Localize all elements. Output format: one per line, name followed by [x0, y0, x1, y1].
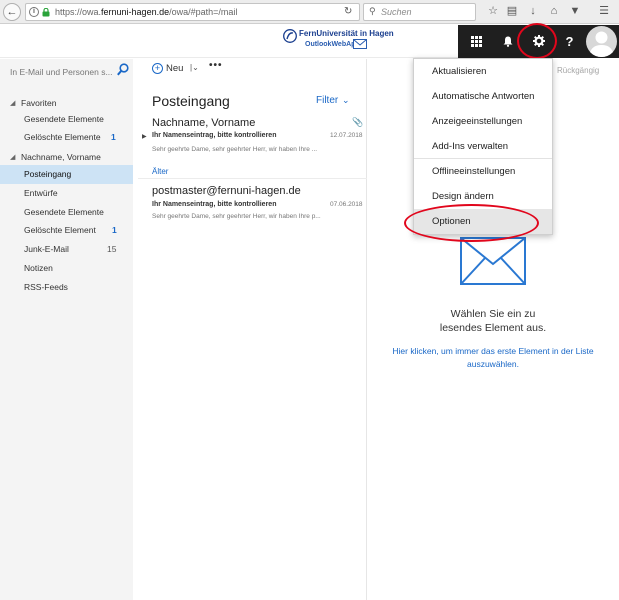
folder-item-rss[interactable]: RSS-Feeds — [0, 278, 133, 297]
filter-button[interactable]: Filter — [316, 95, 338, 106]
menu-item-manage-addins[interactable]: Add-Ins verwalten — [414, 134, 552, 159]
message-preview: Sehr geehrte Dame, sehr geehrter Herr, w… — [152, 146, 318, 153]
folder-item-notes[interactable]: Notizen — [0, 259, 133, 278]
expand-triangle-icon[interactable]: ▶ — [142, 133, 147, 140]
grid-icon — [470, 36, 482, 47]
folder-item-inbox[interactable]: Posteingang — [0, 165, 133, 184]
new-label: Neu — [166, 63, 184, 74]
more-options-icon[interactable]: ••• — [209, 60, 223, 71]
annotation-circle-settings — [517, 23, 557, 59]
folder-item-drafts[interactable]: Entwürfe — [0, 184, 133, 203]
divider — [138, 178, 367, 179]
logo-title: FernUniversität in Hagen — [299, 29, 394, 38]
folder-item-deleted[interactable]: Gelöschte Element 1 — [0, 221, 133, 240]
home-icon[interactable]: ⌂ — [547, 4, 561, 18]
folder-label: Junk-E-Mail — [24, 244, 69, 254]
back-button[interactable]: ← — [3, 3, 21, 21]
bell-icon — [503, 36, 512, 47]
older-section-label[interactable]: Älter — [152, 167, 168, 176]
message-date: 07.06.2018 — [330, 201, 363, 208]
menu-item-display-settings[interactable]: Anzeigeeinstellungen — [414, 109, 552, 134]
folder-item-sent-favorites[interactable]: Gesendete Elemente — [0, 110, 133, 129]
help-button[interactable]: ? — [557, 25, 582, 58]
fernuni-logo: FernUniversität in Hagen OutlookWebApp — [283, 28, 403, 56]
search-icon: ⚲ — [369, 6, 376, 16]
envelope-icon — [460, 237, 526, 285]
avatar[interactable] — [586, 26, 617, 57]
browser-search-bar[interactable]: ⚲ Suchen — [363, 3, 476, 21]
paperclip-icon: 📎 — [352, 117, 364, 127]
bookmark-star-icon[interactable]: ☆ — [486, 4, 500, 18]
hamburger-menu-icon[interactable]: ☰ — [597, 4, 611, 18]
folder-title: Posteingang — [152, 93, 230, 109]
mail-search-placeholder: In E-Mail und Personen s... — [10, 67, 113, 77]
plus-icon: + — [152, 63, 163, 74]
folder-item-junk[interactable]: Junk-E-Mail 15 — [0, 240, 133, 259]
url-bar[interactable]: i https://owa.fernuni-hagen.de/owa/#path… — [25, 3, 360, 21]
menu-item-refresh[interactable]: Aktualisieren — [414, 59, 552, 84]
unread-count: 1 — [111, 132, 116, 142]
lock-icon — [42, 8, 50, 17]
folder-label: Entwürfe — [24, 188, 58, 198]
folder-item-sent[interactable]: Gesendete Elemente — [0, 203, 133, 222]
envelope-logo-icon — [353, 39, 367, 49]
folder-label: Gelöschte Elemente — [24, 132, 101, 142]
info-icon[interactable]: i — [29, 7, 39, 17]
search-icon[interactable] — [117, 63, 129, 76]
message-subject: Ihr Namenseintrag, bitte kontrollieren — [152, 201, 277, 208]
folder-pane: In E-Mail und Personen s... ◢ Favoriten … — [0, 59, 133, 600]
folder-label: Gelöschte Element — [24, 225, 96, 235]
university-logo-icon — [283, 29, 297, 43]
url-text: https://owa.fernuni-hagen.de/owa/#path=/… — [55, 7, 238, 17]
folder-item-deleted-favorites[interactable]: Gelöschte Elemente 1 — [0, 128, 133, 147]
message-list-pane: + Neu |⌄ ••• Posteingang Filter ⌄ Nachna… — [134, 59, 367, 600]
browser-toolbar: ← i https://owa.fernuni-hagen.de/owa/#pa… — [0, 0, 619, 24]
message-row[interactable]: Nachname, Vorname 📎 ▶ Ihr Namenseintrag,… — [134, 117, 367, 167]
annotation-circle-options — [404, 204, 539, 242]
message-preview: Sehr geehrte Dame, sehr geehrter Herr, w… — [152, 213, 321, 220]
chevron-down-icon[interactable]: |⌄ — [190, 63, 199, 72]
mail-search-box[interactable]: In E-Mail und Personen s... — [5, 62, 129, 80]
logo-subtitle: OutlookWebApp — [305, 41, 360, 48]
browser-search-placeholder: Suchen — [381, 7, 412, 17]
account-button[interactable] — [582, 25, 619, 58]
menu-item-offline-settings[interactable]: Offlineeinstellungen — [414, 159, 552, 184]
select-first-item-link[interactable]: Hier klicken, um immer das erste Element… — [338, 345, 619, 371]
item-count: 15 — [107, 244, 117, 254]
message-sender: Nachname, Vorname — [152, 117, 256, 129]
folder-label: RSS-Feeds — [24, 282, 68, 292]
folder-label: Gesendete Elemente — [24, 207, 104, 217]
unread-count: 1 — [112, 225, 117, 235]
app-launcher-button[interactable] — [458, 25, 494, 58]
message-subject: Ihr Namenseintrag, bitte kontrollieren — [152, 132, 277, 139]
chevron-down-icon[interactable]: ⌄ — [342, 95, 350, 106]
folder-label: Gesendete Elemente — [24, 114, 104, 124]
reload-icon[interactable]: ↻ — [344, 6, 352, 17]
person-icon — [589, 31, 614, 57]
empty-state-title: Wählen Sie ein zu lesendes Element aus. — [439, 308, 547, 334]
message-row[interactable]: postmaster@fernuni-hagen.de Ihr Namensei… — [134, 185, 367, 225]
menu-item-automatic-replies[interactable]: Automatische Antworten — [414, 84, 552, 109]
folder-label: Posteingang — [24, 169, 72, 179]
clipboard-icon[interactable]: ▤ — [505, 4, 519, 18]
message-sender: postmaster@fernuni-hagen.de — [152, 185, 301, 197]
undo-button[interactable]: Rückgängig — [557, 66, 599, 75]
pocket-icon[interactable]: ▼ — [568, 4, 582, 18]
message-date: 12.07.2018 — [330, 132, 363, 139]
download-icon[interactable]: ↓ — [526, 4, 540, 18]
folder-label: Notizen — [24, 263, 53, 273]
